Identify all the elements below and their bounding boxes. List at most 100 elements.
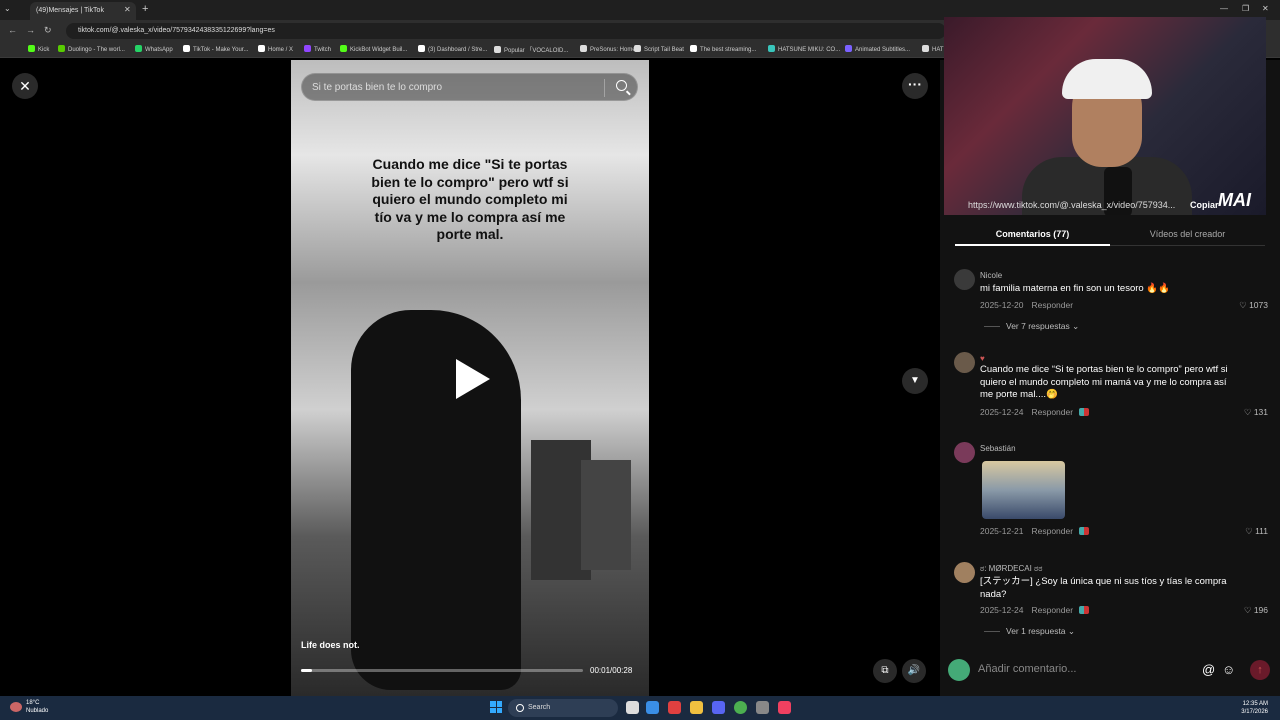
browser-tab[interactable]: (49)Mensajes | TikTok (30, 2, 136, 20)
comment-item: ಠ: MØRDECAI ಠಠ [ステッカー] ¿Soy la única que… (954, 562, 1274, 642)
play-icon[interactable] (456, 359, 490, 399)
comment-image[interactable] (982, 461, 1065, 519)
video-progress-bar[interactable] (301, 669, 583, 672)
reply-button[interactable]: Responder (1031, 407, 1073, 417)
new-tab-icon[interactable]: + (142, 3, 148, 15)
comment-username[interactable]: ಠ: MØRDECAI ಠಠ (980, 564, 1042, 574)
bookmark-item[interactable]: PreSonus: Home (580, 45, 636, 53)
like-count[interactable]: ♡ 111 (1245, 526, 1268, 537)
bookmark-item[interactable]: (3) Dashboard / Stre... (418, 45, 487, 53)
copy-link-button[interactable]: Copiar (1190, 200, 1219, 210)
pip-button[interactable]: ⧉ (873, 659, 897, 683)
weather-widget[interactable]: 18°C Nublado (10, 699, 48, 715)
bookmark-label: (3) Dashboard / Stre... (428, 47, 488, 53)
bookmark-item[interactable]: Duolingo - The worl... (58, 45, 125, 53)
bookmark-label: Animated Subtitles... (855, 47, 911, 53)
like-count[interactable]: ♡ 1073 (1239, 300, 1268, 311)
comment-meta: 2025-12-24 Responder (980, 605, 1090, 615)
settings-icon[interactable] (756, 701, 769, 714)
comment-username[interactable]: Sebastián (980, 444, 1016, 453)
back-icon[interactable]: ← (8, 25, 17, 35)
send-button[interactable]: ↑ (1250, 660, 1270, 680)
heart-icon: ♡ (1239, 300, 1250, 310)
bookmark-favicon-icon (922, 45, 929, 52)
like-count[interactable]: ♡ 196 (1244, 605, 1268, 616)
close-button[interactable]: ✕ (12, 73, 38, 99)
view-replies-button[interactable]: Ver 1 respuesta ⌄ (984, 626, 1075, 637)
bookmark-item[interactable]: Popular 「VOCALOID... (494, 45, 568, 54)
video-search-input[interactable]: Si te portas bien te lo compro (301, 73, 638, 101)
edge-icon[interactable] (646, 701, 659, 714)
avatar (948, 659, 970, 681)
forward-icon[interactable]: → (26, 25, 35, 35)
bookmark-label: Twitch (314, 47, 332, 53)
avatar[interactable] (954, 562, 975, 583)
next-video-button[interactable]: ▼ (902, 368, 928, 394)
bookmark-favicon-icon (28, 45, 35, 52)
chrome-icon[interactable] (734, 701, 747, 714)
windows-logo-icon (490, 701, 496, 707)
comment-input[interactable]: Añadir comentario... (978, 657, 1218, 683)
volume-button[interactable]: 🔊 (902, 659, 926, 683)
creator-like-badge-icon (1079, 527, 1090, 535)
taskbar-clock[interactable]: 12:35 AM 3/17/2026 (1241, 700, 1268, 716)
more-options-button[interactable]: ··· (902, 73, 928, 99)
search-divider (604, 79, 605, 97)
search-icon[interactable] (616, 80, 627, 91)
bookmark-item[interactable]: The best streaming... (690, 45, 756, 53)
building-shape (581, 460, 631, 570)
bookmark-item[interactable]: Script Tail Beat (634, 45, 684, 53)
clock-date: 3/17/2026 (1241, 709, 1268, 715)
emoji-icon[interactable]: ☺ (1222, 662, 1235, 677)
bookmark-label: Kick (38, 47, 50, 53)
bookmark-item[interactable]: KickBot Widget Buil... (340, 45, 407, 53)
tab-close-icon[interactable]: ✕ (124, 5, 131, 14)
volume-icon: 🔊 (907, 665, 921, 676)
opera-icon[interactable] (668, 701, 681, 714)
reply-button[interactable]: Responder (1031, 605, 1073, 615)
comment-username[interactable]: ♥ (980, 354, 985, 363)
comment-date: 2025-12-20 (980, 300, 1024, 310)
bookmark-label: HAT (932, 47, 944, 53)
file-explorer-icon[interactable] (690, 701, 703, 714)
mention-icon[interactable]: @ (1202, 662, 1215, 677)
url-text: tiktok.com/@.valeska_x/video/75793424383… (78, 27, 275, 34)
like-value: 111 (1255, 526, 1268, 536)
bookmark-favicon-icon (58, 45, 65, 52)
task-view-icon[interactable] (626, 701, 639, 714)
bookmark-item[interactable]: Animated Subtitles... (845, 45, 910, 53)
tab-comments[interactable]: Comentarios (77) (955, 224, 1110, 246)
bookmark-item[interactable]: Twitch (304, 45, 331, 53)
like-count[interactable]: ♡ 131 (1244, 407, 1268, 418)
minimize-icon[interactable]: — (1220, 4, 1228, 13)
comment-username[interactable]: Nicole (980, 271, 1002, 280)
window-close-icon[interactable]: ✕ (1262, 4, 1269, 13)
music-icon[interactable] (778, 701, 791, 714)
taskbar-search[interactable]: Search (508, 699, 618, 717)
bookmark-item[interactable]: TikTok - Make Your... (183, 45, 248, 53)
bookmark-item[interactable]: HAT (922, 45, 944, 53)
creator-like-badge-icon (1079, 408, 1090, 416)
bookmark-favicon-icon (418, 45, 425, 52)
tab-list-icon[interactable]: ⌄ (4, 4, 11, 13)
reply-button[interactable]: Responder (1031, 300, 1073, 310)
maximize-icon[interactable]: ❐ (1242, 4, 1249, 13)
view-replies-button[interactable]: Ver 7 respuestas ⌄ (984, 321, 1079, 332)
url-input[interactable]: tiktok.com/@.valeska_x/video/75793424383… (66, 23, 946, 39)
discord-icon[interactable] (712, 701, 725, 714)
tab-creator-videos[interactable]: Vídeos del creador (1110, 224, 1265, 246)
reply-button[interactable]: Responder (1031, 526, 1073, 536)
bookmark-item[interactable]: Home / X (258, 45, 293, 53)
comment-meta: 2025-12-24 Responder (980, 407, 1090, 417)
avatar[interactable] (954, 442, 975, 463)
bookmark-item[interactable]: WhatsApp (135, 45, 173, 53)
avatar[interactable] (954, 269, 975, 290)
avatar[interactable] (954, 352, 975, 373)
bookmark-favicon-icon (340, 45, 347, 52)
bookmark-item[interactable]: Kick (28, 45, 49, 53)
reload-icon[interactable]: ↻ (44, 25, 52, 36)
weather-icon (10, 702, 22, 712)
bookmark-item[interactable]: HATSUNE MIKU: CO... (768, 45, 840, 53)
start-button[interactable] (490, 701, 502, 713)
bookmark-label: Duolingo - The worl... (68, 47, 125, 53)
